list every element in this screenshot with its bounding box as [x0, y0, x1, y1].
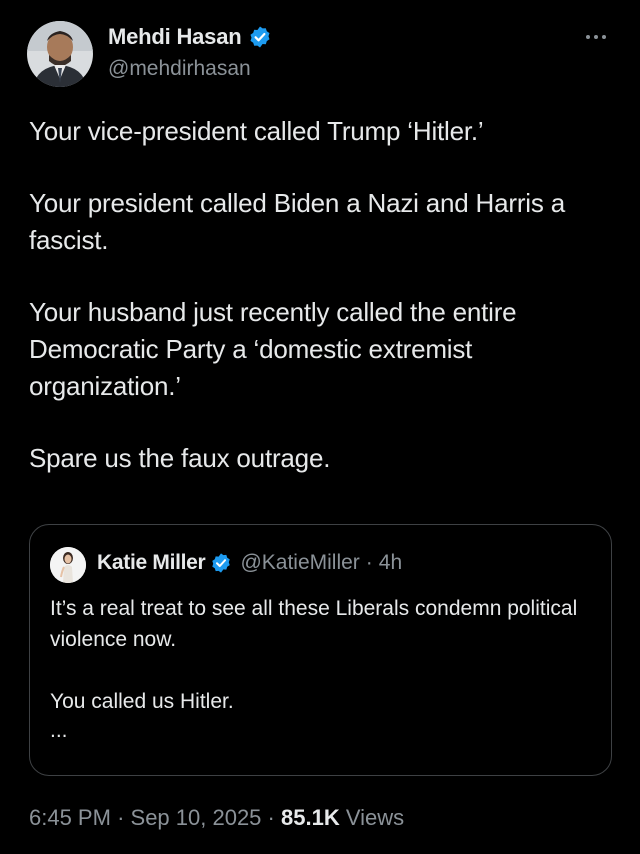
- author-name-row: Mehdi Hasan: [108, 24, 272, 50]
- views-count[interactable]: 85.1K: [281, 805, 340, 830]
- more-horizontal-icon[interactable]: [584, 30, 608, 44]
- tweet-meta: 6:45 PM · Sep 10, 2025 · 85.1K Views: [29, 805, 404, 831]
- quote-text: It’s a real treat to see all these Liber…: [50, 593, 598, 745]
- tweet-text: Your vice-president called Trump ‘Hitler…: [29, 113, 619, 477]
- tweet-paragraph: Your husband just recently called the en…: [29, 297, 517, 401]
- tweet-paragraph: Your president called Biden a Nazi and H…: [29, 188, 565, 255]
- quote-paragraph: You called us Hitler.: [50, 690, 234, 713]
- person-avatar-icon: [27, 21, 93, 87]
- verified-badge-icon: [250, 26, 269, 48]
- verified-badge-icon: [212, 553, 231, 573]
- quoted-tweet[interactable]: Katie Miller @KatieMiller · 4h It’s a re…: [29, 524, 612, 776]
- person-avatar-icon: [50, 547, 86, 583]
- quote-author-name[interactable]: Katie Miller: [97, 551, 206, 575]
- tweet: Mehdi Hasan @mehdirhasan Your vice-presi…: [0, 0, 640, 854]
- quote-ellipsis: ...: [50, 719, 68, 742]
- quote-header: Katie Miller @KatieMiller · 4h: [97, 551, 402, 575]
- author-avatar[interactable]: [27, 21, 93, 87]
- quote-paragraph: It’s a real treat to see all these Liber…: [50, 597, 578, 651]
- tweet-paragraph: Your vice-president called Trump ‘Hitler…: [29, 116, 484, 146]
- tweet-time[interactable]: 6:45 PM: [29, 805, 111, 830]
- quote-separator: ·: [365, 551, 373, 574]
- tweet-date[interactable]: Sep 10, 2025: [131, 805, 262, 830]
- author-handle[interactable]: @mehdirhasan: [108, 57, 251, 81]
- author-name[interactable]: Mehdi Hasan: [108, 24, 242, 50]
- quote-author-avatar[interactable]: [50, 547, 86, 583]
- tweet-paragraph: Spare us the faux outrage.: [29, 443, 331, 473]
- quote-author-handle[interactable]: @KatieMiller: [240, 551, 359, 575]
- views-label: Views: [345, 805, 405, 830]
- quote-time[interactable]: 4h: [379, 551, 402, 575]
- meta-separator: ·: [267, 805, 275, 830]
- meta-separator: ·: [117, 805, 125, 830]
